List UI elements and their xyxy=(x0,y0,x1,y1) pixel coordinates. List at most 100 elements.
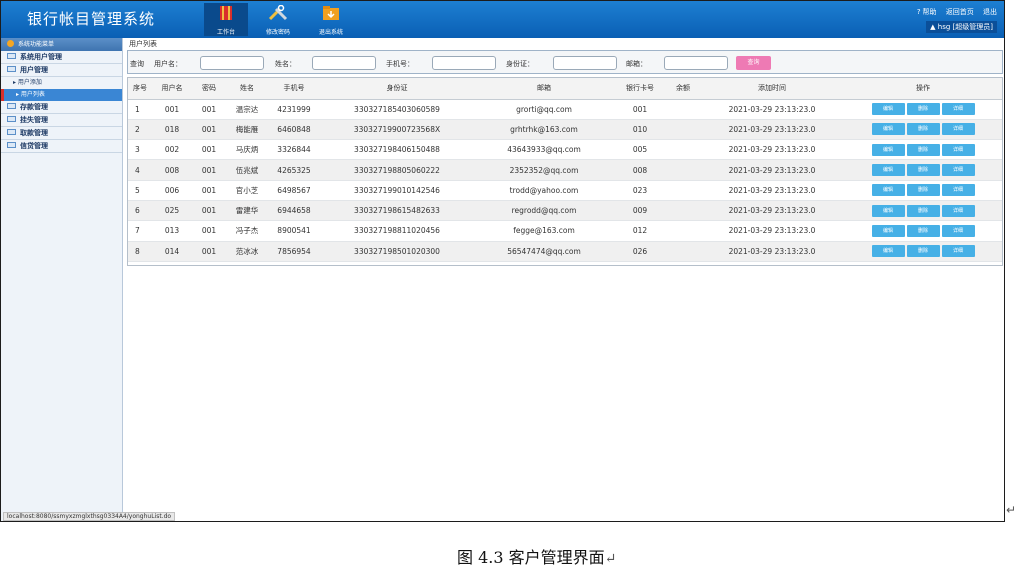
edit-button[interactable]: 编辑 xyxy=(871,245,905,258)
detail-button[interactable]: 详细 xyxy=(941,224,975,237)
delete-button[interactable]: 删除 xyxy=(906,143,940,156)
sidebar: 系统功能菜单 系统用户管理 用户管理 ▸ 用户添加 ▸ 用户列表 存款管理 挂失… xyxy=(1,38,123,521)
table-cell: 2021-03-29 23:13:23.0 xyxy=(700,180,844,201)
table-header-row: 序号 用户名 密码 姓名 手机号 身份证 邮箱 银行卡号 余额 添加时间 操作 xyxy=(128,78,1002,100)
table-cell: 025 xyxy=(152,200,192,222)
link-help[interactable]: 帮助 xyxy=(923,8,937,16)
delete-button[interactable]: 删除 xyxy=(906,184,940,197)
delete-button[interactable]: 删除 xyxy=(906,204,940,217)
column-header: 手机号 xyxy=(268,78,320,100)
nav-exit-label: 退出系统 xyxy=(318,29,343,36)
table-cell: 8 xyxy=(128,241,152,262)
actions-cell: 编辑 删除 详细 xyxy=(844,139,1002,161)
detail-button[interactable]: 详细 xyxy=(941,143,975,156)
name-label: 姓名： xyxy=(275,60,296,68)
actions-cell: 编辑 删除 详细 xyxy=(844,159,1002,181)
table-cell: 2021-03-29 23:13:23.0 xyxy=(700,220,844,242)
search-button[interactable]: 查询 xyxy=(736,56,771,70)
sidebar-item-withdrawals[interactable]: 取款管理 xyxy=(1,127,122,140)
table-cell: 2021-03-29 23:13:23.0 xyxy=(700,241,844,262)
sidebar-item-label: 存款管理 xyxy=(20,103,48,111)
id-card-label: 身份证： xyxy=(506,60,534,68)
table-row: 5 006 001 官小芝 6498567 330327199010142546 trodd… xyxy=(128,180,1002,201)
detail-button[interactable]: 详细 xyxy=(941,164,975,177)
sidebar-title[interactable]: 系统功能菜单 xyxy=(1,38,122,51)
delete-button[interactable]: 删除 xyxy=(906,245,940,258)
delete-button[interactable]: 删除 xyxy=(906,103,940,116)
username-input[interactable] xyxy=(200,56,264,70)
detail-button[interactable]: 详细 xyxy=(941,103,975,116)
sidebar-item-system-users[interactable]: 系统用户管理 xyxy=(1,51,122,64)
detail-button[interactable]: 详细 xyxy=(941,184,975,197)
table-cell: 2021-03-29 23:13:23.0 xyxy=(700,139,844,161)
table-cell xyxy=(666,241,700,262)
column-header: 用户名 xyxy=(152,78,192,100)
table-cell: 330327198811020456 xyxy=(320,220,474,242)
nav-change-password-label: 修改密码 xyxy=(265,29,290,36)
table-cell: 330327198805060222 xyxy=(320,159,474,181)
table-cell: 6460848 xyxy=(268,119,320,141)
edit-button[interactable]: 编辑 xyxy=(871,123,905,136)
detail-button[interactable]: 详细 xyxy=(941,123,975,136)
edit-button[interactable]: 编辑 xyxy=(871,164,905,177)
delete-button[interactable]: 删除 xyxy=(906,164,940,177)
nav-change-password-button[interactable]: 修改密码 xyxy=(256,3,300,36)
breadcrumb: 用户列表 xyxy=(129,40,157,48)
column-header: 序号 xyxy=(128,78,152,100)
table-cell: 018 xyxy=(152,119,192,141)
sidebar-subitem-add-user[interactable]: ▸ 用户添加 xyxy=(1,77,122,89)
table-cell: 56547474@qq.com xyxy=(474,241,614,262)
link-logout[interactable]: 退出 xyxy=(983,8,997,16)
nav-exit-button[interactable]: 退出系统 xyxy=(309,3,353,36)
sidebar-item-deposits[interactable]: 存款管理 xyxy=(1,101,122,114)
table-cell: 雷建华 xyxy=(226,200,268,222)
column-header: 操作 xyxy=(844,78,1002,100)
name-input[interactable] xyxy=(312,56,376,70)
phone-input[interactable] xyxy=(432,56,496,70)
table-cell: 2021-03-29 23:13:23.0 xyxy=(700,119,844,141)
table-cell: 1 xyxy=(128,99,152,120)
detail-button[interactable]: 详细 xyxy=(941,245,975,258)
link-home[interactable]: 返回首页 xyxy=(946,8,974,16)
table-cell: 温宗达 xyxy=(226,99,268,120)
edit-button[interactable]: 编辑 xyxy=(871,143,905,156)
edit-button[interactable]: 编辑 xyxy=(871,184,905,197)
sidebar-item-label: 信贷管理 xyxy=(20,142,48,150)
sidebar-item-credit[interactable]: 信贷管理 xyxy=(1,140,122,153)
sidebar-item-label: 取款管理 xyxy=(20,129,48,137)
delete-button[interactable]: 删除 xyxy=(906,123,940,136)
delete-button[interactable]: 删除 xyxy=(906,224,940,237)
sidebar-item-users[interactable]: 用户管理 xyxy=(1,64,122,77)
email-input[interactable] xyxy=(664,56,728,70)
actions-cell: 编辑 删除 详细 xyxy=(844,200,1002,222)
table-cell: 7 xyxy=(128,220,152,242)
table-cell xyxy=(666,99,700,120)
edit-button[interactable]: 编辑 xyxy=(871,204,905,217)
detail-button[interactable]: 详细 xyxy=(941,204,975,217)
sidebar-subitem-label: 用户添加 xyxy=(17,79,42,86)
table-cell: regrodd@qq.com xyxy=(474,200,614,222)
sidebar-item-loss-reports[interactable]: 挂失管理 xyxy=(1,114,122,127)
actions-cell: 编辑 删除 详细 xyxy=(844,220,1002,242)
table-cell: 梅能雁 xyxy=(226,119,268,141)
table-cell: 范冰冰 xyxy=(226,241,268,262)
tools-icon xyxy=(268,5,288,21)
table-cell: 2 xyxy=(128,119,152,141)
sidebar-subitem-user-list[interactable]: ▸ 用户列表 xyxy=(1,89,122,101)
table-row: 8 014 001 范冰冰 7856954 330327198501020300 56547… xyxy=(128,241,1002,262)
edit-button[interactable]: 编辑 xyxy=(871,103,905,116)
folder-icon xyxy=(7,129,16,135)
figure-caption: 图 4.3 客户管理界面↵ xyxy=(457,544,616,568)
table-cell: 2021-03-29 23:13:23.0 xyxy=(700,200,844,222)
sidebar-item-label: 系统用户管理 xyxy=(20,53,62,61)
table-cell xyxy=(666,159,700,181)
table-cell: 冯子杰 xyxy=(226,220,268,242)
nav-workbench-button[interactable]: 工作台 xyxy=(204,3,248,36)
table-cell: 4265325 xyxy=(268,159,320,181)
table-cell: fegge@163.com xyxy=(474,220,614,242)
table-cell: 2352352@qq.com xyxy=(474,159,614,181)
return-mark-icon: ↵ xyxy=(1006,503,1015,517)
id-card-input[interactable] xyxy=(553,56,617,70)
user-icon: ▲ xyxy=(930,23,936,31)
edit-button[interactable]: 编辑 xyxy=(871,224,905,237)
